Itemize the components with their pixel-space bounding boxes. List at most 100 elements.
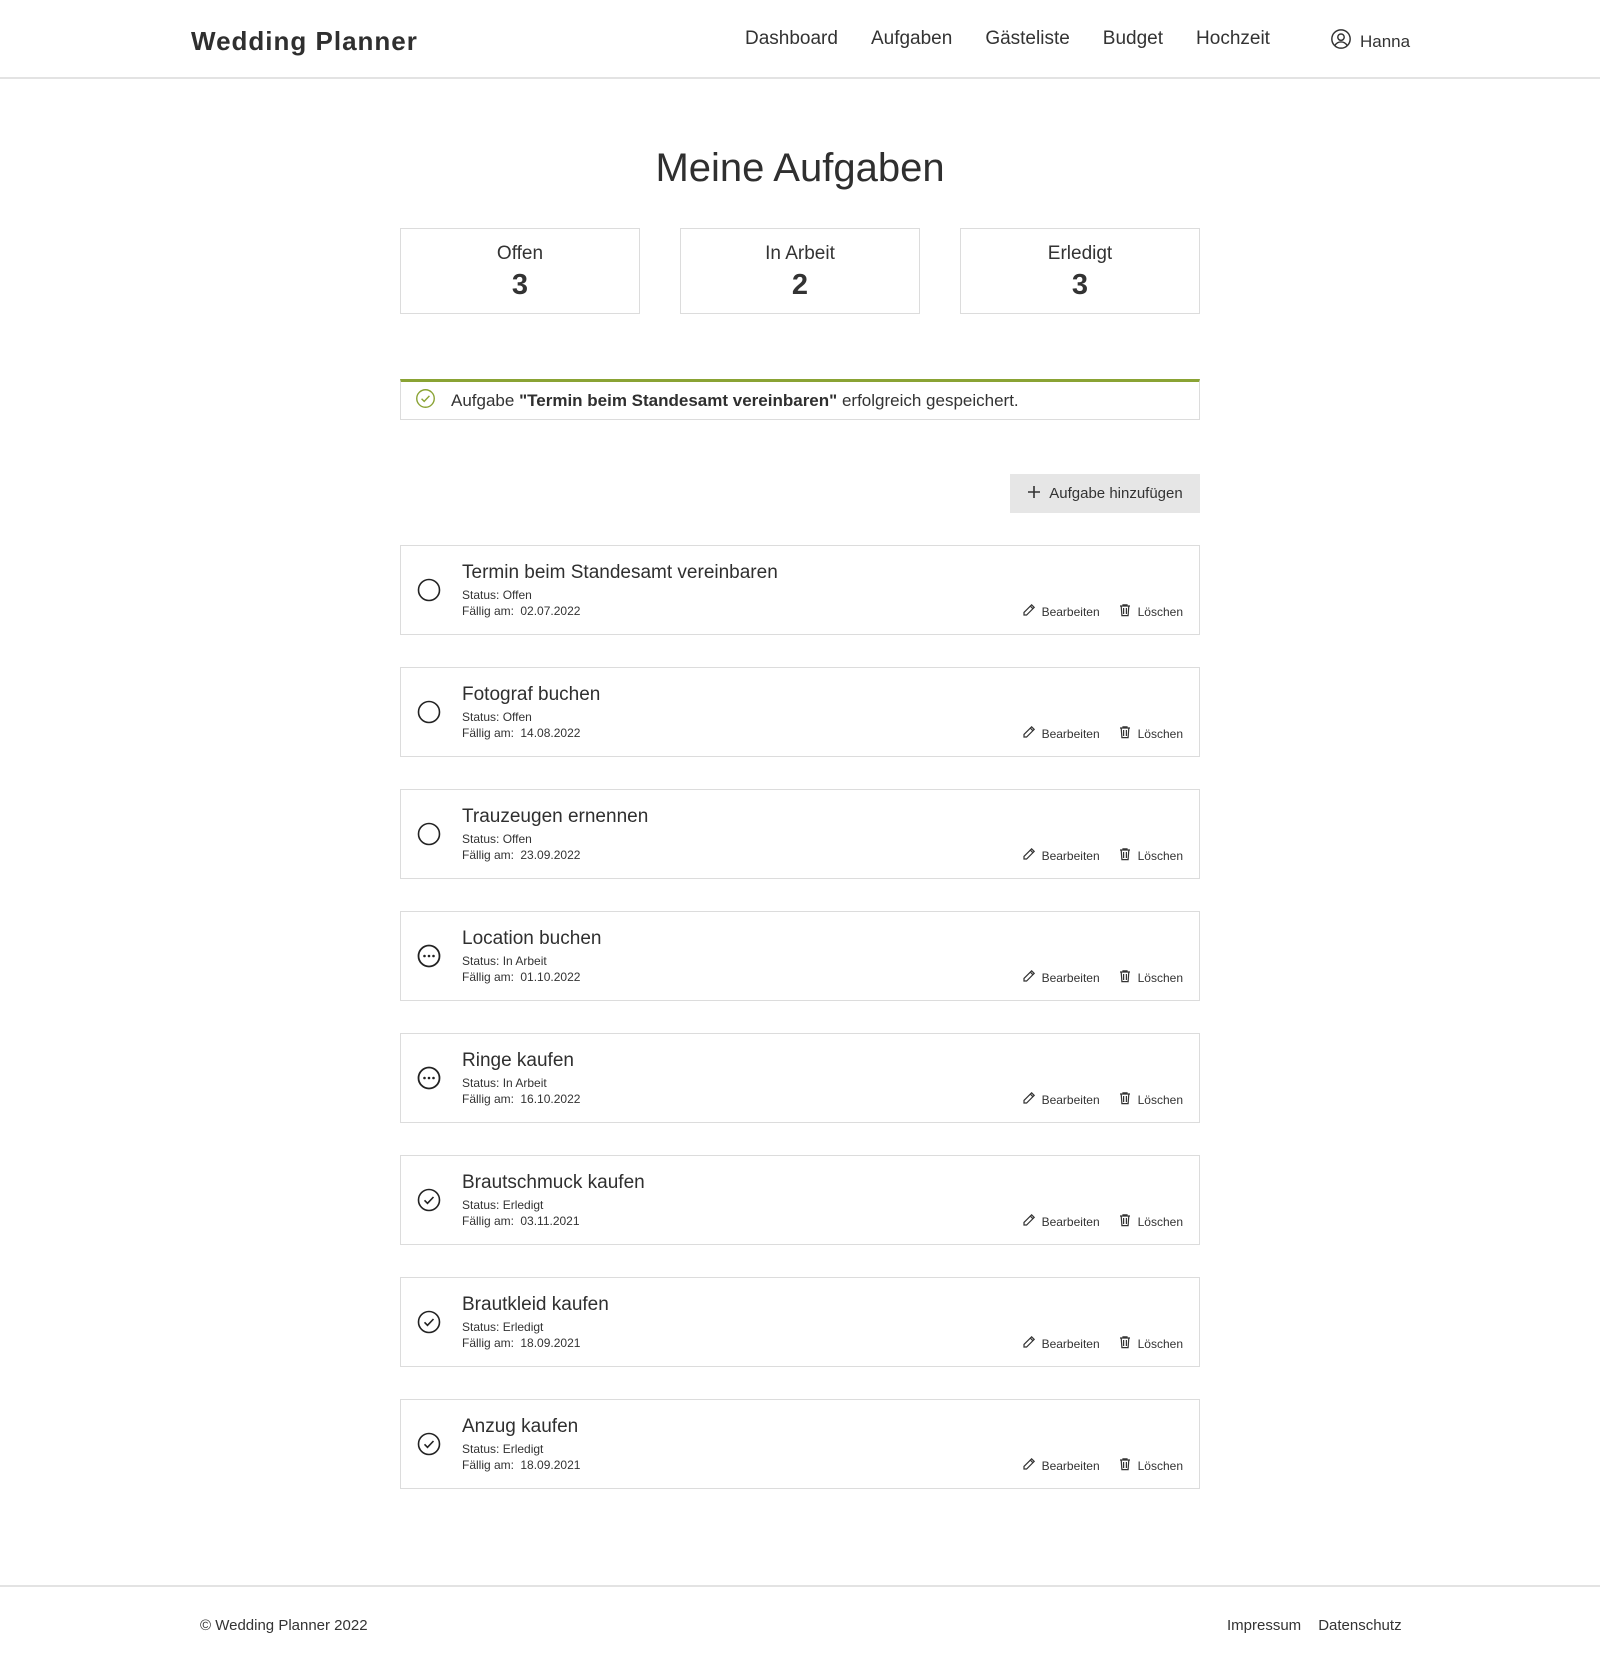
alert-suffix: erfolgreich gespeichert.	[841, 390, 1019, 410]
copyright: © Wedding Planner 2022	[200, 1617, 368, 1634]
edit-button[interactable]: Bearbeiten	[1022, 1457, 1100, 1474]
nav-aufgaben[interactable]: Aufgaben	[871, 28, 952, 50]
task-card: Brautkleid kaufen Status: Erledigt Fällig …	[400, 1277, 1200, 1367]
user-menu[interactable]: Hanna	[1330, 28, 1410, 55]
due-date: 16.10.2022	[520, 1092, 581, 1106]
due-label: Fällig am:	[462, 604, 515, 618]
task-title: Termin beim Standesamt vereinbaren	[462, 562, 778, 583]
delete-button[interactable]: Löschen	[1118, 725, 1183, 742]
delete-button[interactable]: Löschen	[1118, 1335, 1183, 1352]
stat-value: 2	[791, 269, 809, 301]
pencil-icon	[1022, 1457, 1036, 1474]
circle-open-icon[interactable]	[417, 822, 441, 846]
task-title: Ringe kaufen	[462, 1050, 574, 1071]
task-card: Brautschmuck kaufen Status: Erledigt Fälli…	[400, 1155, 1200, 1245]
top-navbar: Wedding Planner Dashboard Aufgaben Gäste…	[0, 0, 1600, 79]
task-status: Status: In Arbeit	[462, 954, 547, 968]
due-date: 02.07.2022	[520, 604, 581, 618]
stat-label: Offen	[496, 243, 544, 264]
delete-label: Löschen	[1137, 1336, 1183, 1351]
task-actions: Bearbeiten Löschen	[1022, 847, 1183, 864]
edit-button[interactable]: Bearbeiten	[1022, 969, 1100, 986]
delete-button[interactable]: Löschen	[1118, 1457, 1183, 1474]
delete-button[interactable]: Löschen	[1118, 1091, 1183, 1108]
delete-label: Löschen	[1137, 1214, 1183, 1229]
delete-label: Löschen	[1137, 970, 1183, 985]
due-date: 18.09.2021	[520, 1458, 581, 1472]
task-status: Status: Erledigt	[462, 1320, 544, 1334]
task-actions: Bearbeiten Löschen	[1022, 725, 1183, 742]
stat-card-offen: Offen 3	[400, 228, 640, 314]
user-name: Hanna	[1360, 31, 1411, 51]
pencil-icon	[1022, 847, 1036, 864]
task-card: Fotograf buchen Status: Offen Fällig am: 1…	[400, 667, 1200, 757]
task-title: Brautschmuck kaufen	[462, 1172, 645, 1193]
check-circle-icon	[401, 388, 436, 414]
success-alert: Aufgabe "Termin beim Standesamt vereinba…	[400, 379, 1200, 420]
stat-label: Erledigt	[1047, 243, 1113, 264]
delete-button[interactable]: Löschen	[1118, 969, 1183, 986]
stat-value: 3	[1071, 269, 1089, 301]
impressum-link[interactable]: Impressum	[1227, 1617, 1301, 1634]
nav-hochzeit[interactable]: Hochzeit	[1196, 28, 1270, 50]
check-circle-icon[interactable]	[417, 1432, 441, 1456]
task-due: Fällig am: 18.09.2021	[462, 1458, 580, 1472]
nav-dashboard[interactable]: Dashboard	[745, 28, 838, 50]
delete-button[interactable]: Löschen	[1118, 1213, 1183, 1230]
trash-icon	[1118, 969, 1132, 986]
nav-budget[interactable]: Budget	[1103, 28, 1163, 50]
edit-button[interactable]: Bearbeiten	[1022, 603, 1100, 620]
task-status: Status: Offen	[462, 832, 532, 846]
add-task-label: Aufgabe hinzufügen	[1049, 485, 1183, 502]
datenschutz-link[interactable]: Datenschutz	[1318, 1617, 1401, 1634]
plus-icon	[1027, 485, 1041, 503]
pencil-icon	[1022, 1213, 1036, 1230]
edit-button[interactable]: Bearbeiten	[1022, 725, 1100, 742]
task-status: Status: In Arbeit	[462, 1076, 547, 1090]
delete-button[interactable]: Löschen	[1118, 603, 1183, 620]
trash-icon	[1118, 1091, 1132, 1108]
circle-open-icon[interactable]	[417, 700, 441, 724]
due-date: 03.11.2021	[520, 1214, 580, 1228]
check-circle-icon[interactable]	[417, 1188, 441, 1212]
task-card: Termin beim Standesamt vereinbaren Status…	[400, 545, 1200, 635]
pencil-icon	[1022, 725, 1036, 742]
due-label: Fällig am:	[462, 848, 515, 862]
task-actions: Bearbeiten Löschen	[1022, 1091, 1183, 1108]
ellipsis-circle-icon[interactable]	[417, 1066, 441, 1090]
task-actions: Bearbeiten Löschen	[1022, 1213, 1183, 1230]
nav-gaesteliste[interactable]: Gästeliste	[985, 28, 1069, 50]
task-actions: Bearbeiten Löschen	[1022, 1457, 1183, 1474]
task-title: Anzug kaufen	[462, 1416, 579, 1437]
task-status: Status: Erledigt	[462, 1442, 544, 1456]
due-label: Fällig am:	[462, 1214, 515, 1228]
edit-label: Bearbeiten	[1041, 1458, 1100, 1473]
task-card: Location buchen Status: In Arbeit Fällig a…	[400, 911, 1200, 1001]
task-actions: Bearbeiten Löschen	[1022, 969, 1183, 986]
add-task-button[interactable]: Aufgabe hinzufügen	[1010, 474, 1200, 513]
edit-button[interactable]: Bearbeiten	[1022, 1213, 1100, 1230]
due-date: 18.09.2021	[520, 1336, 581, 1350]
circle-open-icon[interactable]	[417, 578, 441, 602]
task-status: Status: Offen	[462, 710, 532, 724]
edit-button[interactable]: Bearbeiten	[1022, 1335, 1100, 1352]
task-due: Fällig am: 18.09.2021	[462, 1336, 580, 1350]
due-label: Fällig am:	[462, 970, 515, 984]
pencil-icon	[1022, 969, 1036, 986]
delete-button[interactable]: Löschen	[1118, 847, 1183, 864]
task-due: Fällig am: 03.11.2021	[462, 1214, 580, 1228]
edit-label: Bearbeiten	[1041, 1336, 1100, 1351]
pencil-icon	[1022, 603, 1036, 620]
brand-logo[interactable]: Wedding Planner	[191, 26, 418, 57]
edit-button[interactable]: Bearbeiten	[1022, 1091, 1100, 1108]
ellipsis-circle-icon[interactable]	[417, 944, 441, 968]
edit-label: Bearbeiten	[1041, 726, 1100, 741]
trash-icon	[1118, 725, 1132, 742]
task-status: Status: Erledigt	[462, 1198, 544, 1212]
edit-button[interactable]: Bearbeiten	[1022, 847, 1100, 864]
pencil-icon	[1022, 1335, 1036, 1352]
stat-label: In Arbeit	[765, 243, 835, 264]
task-actions: Bearbeiten Löschen	[1022, 1335, 1183, 1352]
check-circle-icon[interactable]	[417, 1310, 441, 1334]
stat-value: 3	[511, 269, 529, 301]
